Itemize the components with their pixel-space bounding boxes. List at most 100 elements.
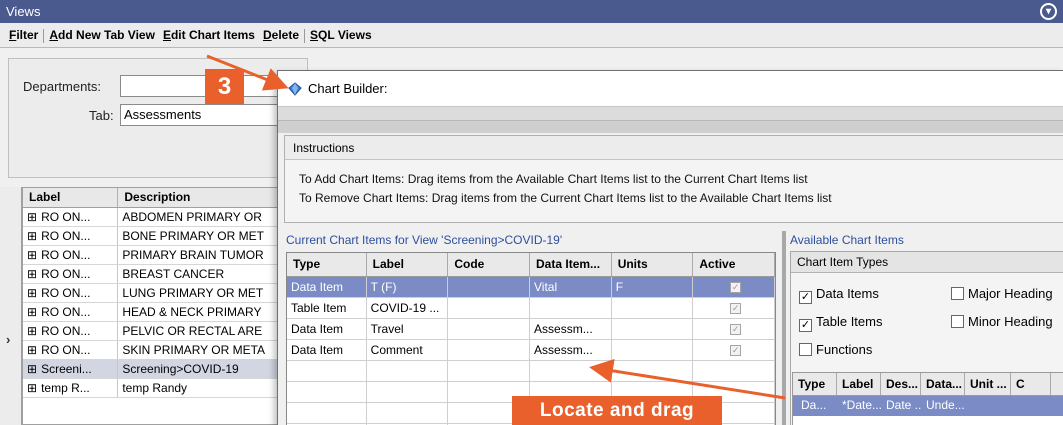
menu-add-new-tab-view[interactable]: Add New Tab View [45, 23, 159, 48]
expand-icon[interactable]: ⊞ [27, 267, 37, 281]
views-table-header: Label Description [23, 188, 311, 208]
cell-type: Data Item [287, 319, 367, 339]
cell-active: ✓ [693, 277, 775, 297]
chart-item-row[interactable]: Data Item Travel Assessm... ✓ [287, 319, 775, 340]
row-label: ⊞ RO ON... [23, 341, 119, 359]
column-header-label[interactable]: Label [23, 188, 119, 207]
cell-data-item [530, 361, 612, 381]
checkbox-minor-heading[interactable]: Minor Heading [951, 314, 1053, 329]
chart-item-row[interactable]: Data Item Comment Assessm... ✓ [287, 340, 775, 361]
checkbox-box [951, 287, 964, 300]
expand-icon[interactable]: ⊞ [27, 229, 37, 243]
cell-units [612, 298, 694, 318]
active-checkbox[interactable]: ✓ [730, 324, 742, 336]
table-row[interactable]: ⊞ RO ON... BONE PRIMARY OR MET [23, 227, 311, 246]
cell-type [287, 403, 367, 423]
cell-data-item: Assessm... [530, 319, 612, 339]
window-titlebar: Views ▾ [0, 0, 1063, 23]
active-checkbox[interactable]: ✓ [730, 282, 742, 294]
menu-separator [304, 28, 306, 43]
cell-label [367, 361, 449, 381]
expand-icon[interactable]: ⊞ [27, 381, 37, 395]
column-header-label[interactable]: Label [367, 253, 449, 276]
table-row[interactable]: ⊞ Screeni... Screening>COVID-19 [23, 360, 311, 379]
active-checkbox[interactable]: ✓ [730, 303, 742, 315]
cell-label: T (F) [367, 277, 449, 297]
split-divider[interactable] [782, 231, 786, 425]
instructions-title: Instructions [285, 136, 1063, 160]
chart-item-row[interactable]: Table Item COVID-19 ... ✓ [287, 298, 775, 319]
instruction-add: To Add Chart Items: Drag items from the … [299, 172, 808, 186]
column-header-units[interactable]: Units [612, 253, 694, 276]
instruction-remove: To Remove Chart Items: Drag items from t… [299, 191, 832, 205]
cell-type: Table Item [287, 298, 367, 318]
expand-icon[interactable]: ⊞ [27, 324, 37, 338]
menu-filter[interactable]: Filter [5, 23, 42, 48]
table-row[interactable]: ⊞ RO ON... PELVIC OR RECTAL ARE [23, 322, 311, 341]
expand-icon[interactable]: ⊞ [27, 248, 37, 262]
table-row[interactable]: ⊞ RO ON... SKIN PRIMARY OR META [23, 341, 311, 360]
chevron-down-circle-icon[interactable]: ▾ [1040, 3, 1057, 20]
table-row[interactable]: ⊞ RO ON... ABDOMEN PRIMARY OR [23, 208, 311, 227]
menu-sql-views[interactable]: SQL Views [306, 23, 376, 48]
menu-edit-chart-items[interactable]: Edit Chart Items [159, 23, 259, 48]
chart-item-types-title: Chart Item Types [791, 252, 1063, 273]
menubar: Filter Add New Tab View Edit Chart Items De… [0, 23, 1063, 48]
checkbox-functions[interactable]: Functions [799, 342, 872, 357]
row-label: ⊞ RO ON... [23, 265, 119, 283]
current-items-header: Type Label Code Data Item... Units Activ… [287, 253, 775, 277]
column-header-type[interactable]: Type [793, 373, 837, 395]
row-label: ⊞ RO ON... [23, 322, 119, 340]
menu-separator [43, 28, 45, 43]
available-items-table: Type Label Des... Data... Unit ... C Da.… [792, 372, 1063, 425]
cell-type [287, 382, 367, 402]
active-checkbox[interactable]: ✓ [730, 345, 742, 357]
row-label: ⊞ RO ON... [23, 208, 119, 226]
table-row[interactable]: ⊞ RO ON... BREAST CANCER [23, 265, 311, 284]
table-row[interactable]: ⊞ RO ON... LUNG PRIMARY OR MET [23, 284, 311, 303]
cell-active: ✓ [693, 298, 775, 318]
checkbox-major-heading[interactable]: Major Heading [951, 286, 1053, 301]
column-header-type[interactable]: Type [287, 253, 367, 276]
views-table-body: ⊞ RO ON... ABDOMEN PRIMARY OR ⊞ RO ON... BONE… [23, 208, 311, 398]
expand-icon[interactable]: ⊞ [27, 210, 37, 224]
cell-data-item: Assessm... [530, 340, 612, 360]
checkbox-box: ✓ [799, 319, 812, 332]
checkbox-box [951, 315, 964, 328]
checkbox-table-items[interactable]: ✓ Table Items [799, 314, 882, 332]
column-header-data[interactable]: Data... [921, 373, 965, 395]
column-header-active[interactable]: Active [693, 253, 775, 276]
table-row[interactable]: ⊞ RO ON... PRIMARY BRAIN TUMOR [23, 246, 311, 265]
cell-units [612, 319, 694, 339]
expand-icon[interactable]: ⊞ [27, 286, 37, 300]
row-label: ⊞ Screeni... [23, 360, 119, 378]
cell-label: COVID-19 ... [367, 298, 449, 318]
cell-code [448, 319, 531, 339]
available-item-row[interactable]: Da... *Date... Date ... Unde... [793, 396, 1063, 416]
column-header-code[interactable]: Code [448, 253, 531, 276]
column-header-data-item[interactable]: Data Item... [530, 253, 612, 276]
column-header-c[interactable]: C [1011, 373, 1051, 395]
expand-icon[interactable]: ⊞ [27, 305, 37, 319]
cell-data-item: Vital [530, 277, 612, 297]
dialog-toolbar-strip [278, 107, 1063, 121]
row-label: ⊞ RO ON... [23, 227, 119, 245]
column-header-label[interactable]: Label [837, 373, 881, 395]
available-items-header: Type Label Des... Data... Unit ... C [793, 373, 1063, 396]
expand-icon[interactable]: ⊞ [27, 362, 37, 376]
cell-active [693, 361, 775, 381]
table-row[interactable]: ⊞ RO ON... HEAD & NECK PRIMARY [23, 303, 311, 322]
step-number-callout: 3 [205, 69, 244, 104]
expand-icon[interactable]: ⊞ [27, 343, 37, 357]
column-header-unit[interactable]: Unit ... [965, 373, 1011, 395]
cell-code [448, 277, 531, 297]
cell-code [448, 340, 531, 360]
table-row[interactable]: ⊞ temp R... temp Randy [23, 379, 311, 398]
chart-item-row[interactable]: Data Item T (F) Vital F ✓ [287, 277, 775, 298]
cell-type: Data Item [287, 340, 367, 360]
menu-delete[interactable]: Delete [259, 23, 303, 48]
views-table: Label Description ⊞ RO ON... ABDOMEN PRIMA… [22, 187, 312, 425]
cell-label: Comment [367, 340, 449, 360]
column-header-description[interactable]: Des... [881, 373, 921, 395]
checkbox-data-items[interactable]: ✓ Data Items [799, 286, 879, 304]
